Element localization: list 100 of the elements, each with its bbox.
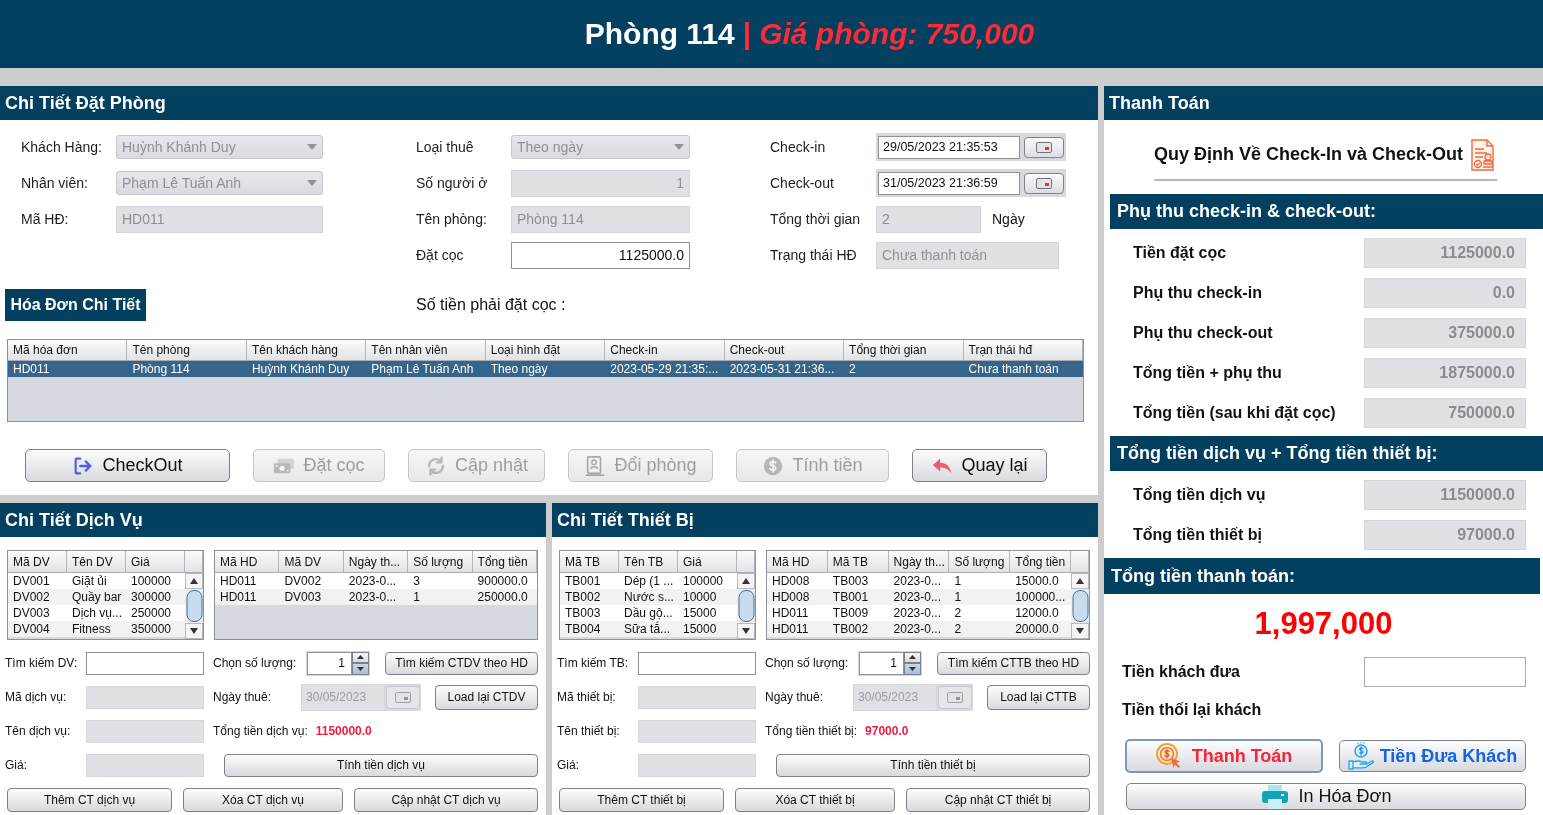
action-button[interactable]: Xóa CT dịch vụ: [183, 788, 343, 812]
field-label: Số người ở: [416, 175, 489, 191]
table-row[interactable]: HD011 DV003 2023-0... 1 250000.0: [215, 589, 537, 605]
column-header[interactable]: Tổng tiền: [1010, 551, 1071, 572]
table-row[interactable]: HD008 TB003 2023-0... 1 15000.0: [767, 573, 1071, 589]
table-cell-text: HD011: [771, 605, 810, 621]
reload-button[interactable]: Load lại CTTB: [987, 684, 1090, 710]
field-label: Đặt cọc: [416, 247, 465, 263]
table-row[interactable]: DV003 Dịch vụ... 250000: [8, 605, 185, 621]
number-field[interactable]: 1: [307, 651, 352, 675]
column-header[interactable]: Tên TB: [619, 551, 678, 572]
table-cell-text: 20000.0: [1014, 621, 1060, 637]
calendar-button[interactable]: [1024, 172, 1064, 194]
down-arrow-icon: [909, 666, 916, 671]
search-button[interactable]: Tìm kiếm CTTB theo HD: [937, 651, 1090, 675]
date-field[interactable]: 29/05/2023 21:35:53: [878, 135, 1020, 159]
table-cell-text: 2023-0...: [892, 605, 942, 621]
table-row[interactable]: TB002 Nước s... 10000: [560, 589, 737, 605]
scrollbar[interactable]: [737, 573, 755, 639]
reload-button[interactable]: Load lại CTDV: [435, 684, 538, 710]
table-cell-text: Giặt ủi: [71, 573, 108, 589]
table-row[interactable]: TB001 Dép (1 ... 100000: [560, 573, 737, 589]
table-row[interactable]: HD011 TB002 2023-0... 2 20000.0: [767, 621, 1071, 637]
column-header[interactable]: Tổng tiền: [472, 551, 537, 572]
scrollbar[interactable]: [185, 573, 203, 639]
calculate-button[interactable]: Tính tiền dịch vụ: [224, 753, 538, 777]
field-label: Tiền khách đưa: [1121, 663, 1241, 681]
column-header[interactable]: Trạn thái hđ: [963, 340, 1083, 360]
column-header[interactable]: Tên nhân viên: [366, 340, 486, 360]
spin-down-button[interactable]: [352, 663, 369, 675]
table-row[interactable]: HD011 DV002 2023-0... 3 900000.0: [215, 573, 537, 589]
table-cell-text: TB003: [564, 605, 602, 621]
calendar-icon: [947, 691, 963, 703]
field-label: Ngày thuê:: [765, 690, 825, 704]
document-stamp-icon: [1469, 138, 1496, 171]
amount-field: 97000.0: [1364, 520, 1526, 550]
search-field[interactable]: [86, 651, 204, 675]
column-header[interactable]: Check-out: [724, 340, 845, 360]
column-header[interactable]: Check-in: [605, 340, 725, 360]
column-header[interactable]: Giá: [678, 551, 737, 572]
search-field[interactable]: [638, 651, 756, 675]
column-header[interactable]: Giá: [126, 551, 185, 572]
table-row[interactable]: HD008 TB001 2023-0... 1 100000...: [767, 589, 1071, 605]
column-header[interactable]: Ngày th...: [888, 551, 950, 572]
table-row[interactable]: TB003 Dầu gộ... 15000: [560, 605, 737, 621]
action-button[interactable]: Thêm CT thiết bị: [559, 788, 724, 812]
search-button[interactable]: Tìm kiếm CTDV theo HD: [385, 651, 538, 675]
column-header[interactable]: Mã DV: [8, 551, 67, 572]
table-row[interactable]: DV004 Fitness 350000: [8, 621, 185, 637]
action-button[interactable]: Cập nhật CT dịch vụ: [354, 788, 538, 812]
table-cell-text: Dịch vụ...: [71, 605, 123, 621]
column-header[interactable]: Tên khách hàng: [246, 340, 367, 360]
action-button[interactable]: Tiền Đưa Khách: [1339, 740, 1526, 772]
column-header[interactable]: Mã TB: [827, 551, 889, 572]
table-row[interactable]: DV002 Quầy bar 300000: [8, 589, 185, 605]
column-header[interactable]: Tổng thời gian: [844, 340, 964, 360]
action-button[interactable]: Thêm CT dịch vụ: [7, 788, 172, 812]
table-cell-text: Theo ngày: [489, 361, 549, 377]
action-button[interactable]: Quay lại: [912, 449, 1047, 482]
number-field[interactable]: 1: [859, 651, 904, 675]
column-header[interactable]: Mã HD: [215, 551, 280, 572]
column-header[interactable]: Mã TB: [560, 551, 619, 572]
column-header[interactable]: Tên phòng: [127, 340, 247, 360]
column-header[interactable]: Số lượng: [408, 551, 473, 572]
column-header[interactable]: Ngày th...: [343, 551, 409, 572]
date-field[interactable]: 31/05/2023 21:36:59: [878, 171, 1020, 195]
cash-input-field[interactable]: [1364, 657, 1526, 687]
column-header[interactable]: Tên DV: [67, 551, 126, 572]
spin-down-button[interactable]: [904, 663, 921, 675]
field-label: Trạng thái HĐ: [770, 247, 858, 263]
spin-up-button[interactable]: [352, 651, 369, 663]
action-button[interactable]: Xóa CT thiết bị: [735, 788, 895, 812]
table-cell-text: 250000.0: [476, 589, 529, 605]
unit-label: Ngày: [992, 211, 1025, 227]
table-row[interactable]: HD011 TB009 2023-0... 2 12000.0: [767, 605, 1071, 621]
table-cell-text: DV002: [283, 573, 323, 589]
field-label: Tên phòng:: [416, 211, 488, 227]
spin-up-button[interactable]: [904, 651, 921, 663]
action-button[interactable]: Cập nhật CT thiết bị: [906, 788, 1090, 812]
table-row[interactable]: DV001 Giặt ủi 100000: [8, 573, 185, 589]
column-header[interactable]: Mã HD: [767, 551, 828, 572]
calendar-button[interactable]: [1024, 136, 1064, 158]
column-header[interactable]: Mã hóa đơn: [8, 340, 128, 360]
field-label: Mã dịch vụ:: [5, 690, 68, 704]
action-button[interactable]: CheckOut: [25, 449, 230, 482]
column-header[interactable]: Loại hình đặt: [485, 340, 606, 360]
column-header[interactable]: Mã DV: [279, 551, 344, 572]
action-button[interactable]: In Hóa Đơn: [1126, 783, 1526, 810]
text-field[interactable]: 1125000.0: [511, 241, 690, 269]
calculate-button[interactable]: Tính tiền thiết bị: [776, 753, 1090, 777]
column-header[interactable]: Số lượng: [949, 551, 1011, 572]
rules-link[interactable]: Quy Định Về Check-In và Check-Out: [1154, 144, 1464, 165]
table-cell-text: 350000: [130, 621, 173, 637]
table-row[interactable]: TB004 Sữa tắ... 15000: [560, 621, 737, 637]
table-cell-text: Nước s...: [623, 589, 675, 605]
table-cell-text: 2023-0...: [892, 589, 942, 605]
table-row[interactable]: HD011 Phòng 114 Huỳnh Khánh Duy Phạm Lê Tuấn Anh Theo ngày 2023-05-29 21:35:... 2023-05-31 21:36... 2 Chưa thanh toán: [8, 361, 1083, 377]
scrollbar[interactable]: [1071, 573, 1089, 639]
table-cell-text: 2023-0...: [892, 573, 942, 589]
down-arrow-icon: [357, 666, 364, 671]
